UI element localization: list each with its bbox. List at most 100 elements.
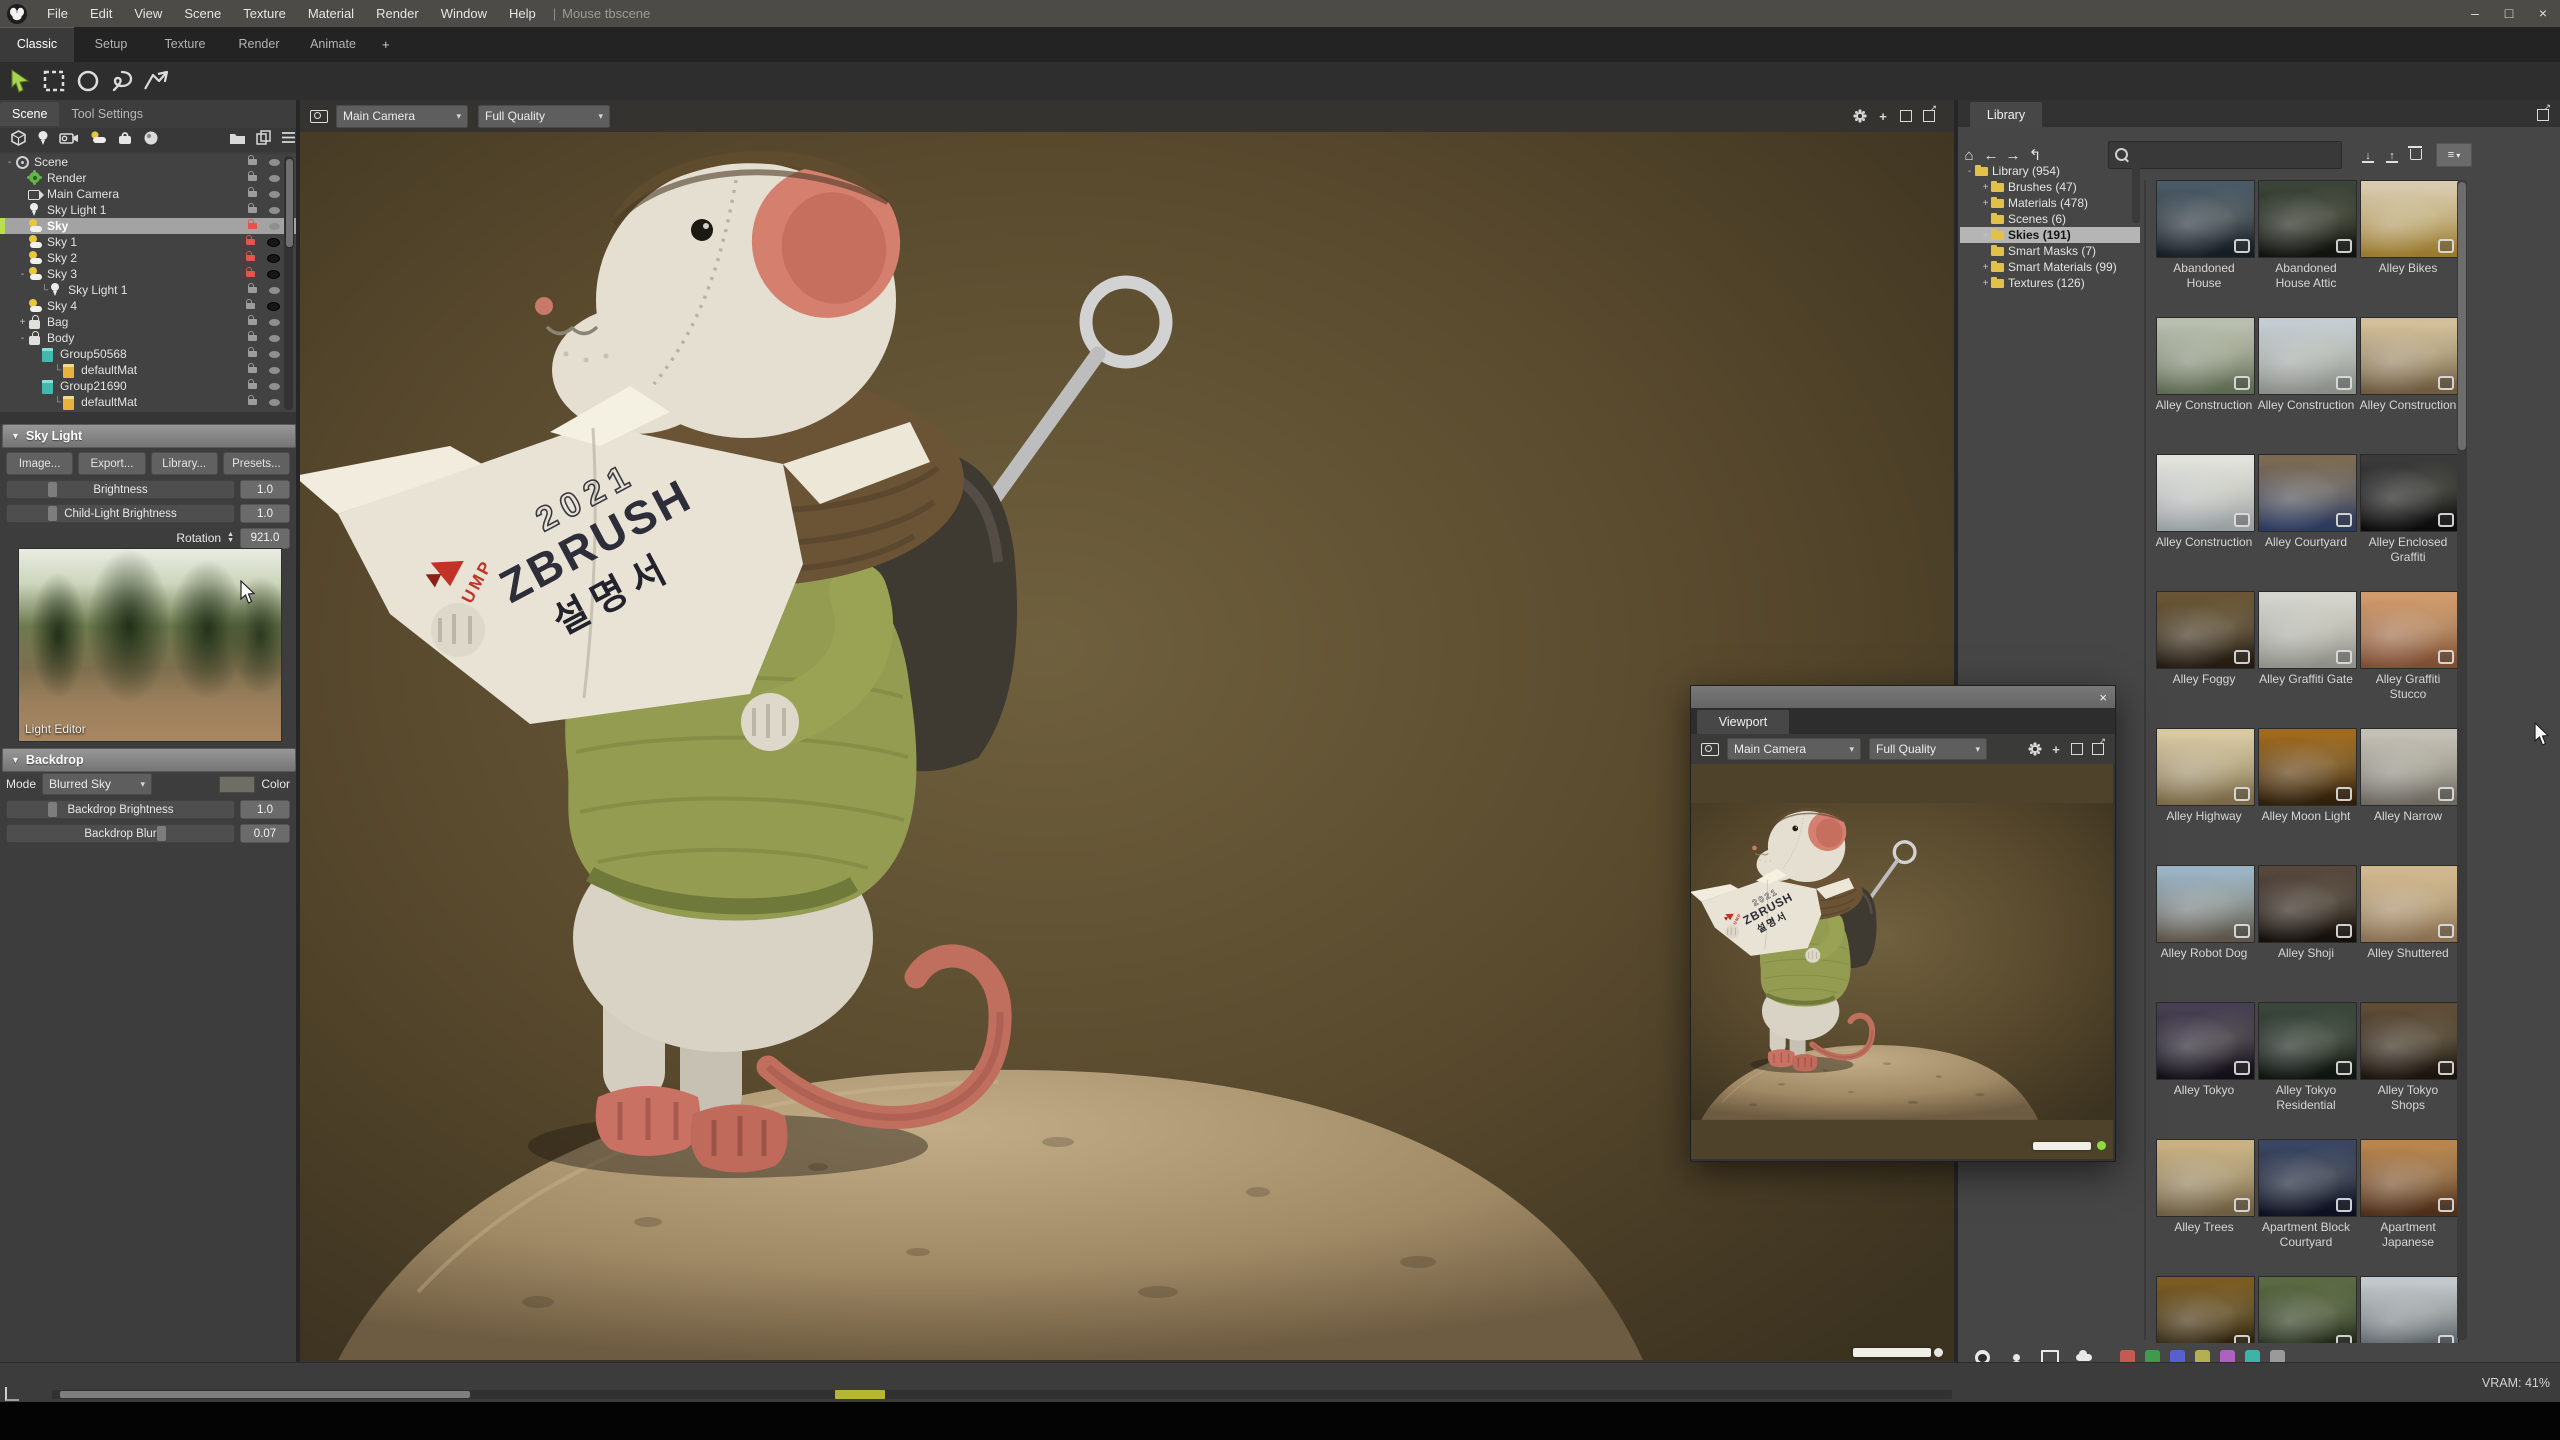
close-icon[interactable]: × <box>2099 690 2107 705</box>
menu-view[interactable]: View <box>123 0 173 27</box>
home-icon[interactable]: ⌂ <box>1958 147 1980 164</box>
tree-row-bag[interactable]: +Bag <box>0 314 296 330</box>
hdri-light-editor-preview[interactable]: Light Editor <box>18 548 282 742</box>
lock-icon[interactable] <box>248 207 257 213</box>
library-item-alley-tokyo-shops[interactable]: Alley Tokyo Shops <box>2360 1002 2457 1139</box>
quality-select[interactable]: Full Quality ▾ <box>1869 738 1987 760</box>
lock-icon[interactable] <box>246 255 255 261</box>
add-bag-icon[interactable] <box>117 130 133 151</box>
visibility-icon[interactable] <box>269 191 280 198</box>
floating-viewport-window[interactable]: × Viewport Main Camera ▾ Full Quality ▾ … <box>1690 685 2116 1162</box>
folder-scenes-6[interactable]: Scenes (6) <box>1960 211 2140 227</box>
folder-skies-191[interactable]: +Skies (191) <box>1960 227 2140 243</box>
tab-library[interactable]: Library <box>1970 102 2042 127</box>
tree-row-sky-4[interactable]: Sky 4 <box>0 298 296 314</box>
panel-splitter[interactable] <box>0 412 296 424</box>
library-item-alley-graffiti-gate[interactable]: Alley Graffiti Gate <box>2258 591 2355 728</box>
lock-icon[interactable] <box>248 399 257 405</box>
frame-icon[interactable] <box>2070 742 2084 756</box>
floating-window-titlebar[interactable]: × <box>1691 686 2115 708</box>
tree-row-group50568[interactable]: Group50568 <box>0 346 296 362</box>
library-item-alley-courtyard[interactable]: Alley Courtyard <box>2258 454 2355 591</box>
back-icon[interactable]: ← <box>1980 147 2002 164</box>
backdrop-mode-select[interactable]: Blurred Sky ▾ <box>42 773 152 795</box>
expander-icon[interactable]: - <box>1964 166 1975 177</box>
import-icon[interactable]: ↓ <box>2356 147 2380 163</box>
presets-button[interactable]: Presets... <box>223 452 290 475</box>
export-icon[interactable]: ↑ <box>2380 147 2404 163</box>
tree-row-main-camera[interactable]: Main Camera <box>0 186 296 202</box>
camera-select[interactable]: Main Camera ▾ <box>1727 738 1861 760</box>
menu-texture[interactable]: Texture <box>232 0 297 27</box>
add-mesh-icon[interactable] <box>10 130 27 151</box>
library-item-alley-highway[interactable]: Alley Highway <box>2156 728 2253 865</box>
select-tool-icon[interactable] <box>6 67 34 95</box>
visibility-icon[interactable] <box>269 399 280 406</box>
slider-handle[interactable] <box>48 802 57 817</box>
library-item-alley-construction[interactable]: Alley Construction <box>2156 317 2253 454</box>
lasso-select-icon[interactable] <box>108 67 136 95</box>
slider-handle[interactable] <box>48 506 57 521</box>
library-item-alley-construction[interactable]: Alley Construction <box>2258 317 2355 454</box>
image-button[interactable]: Image... <box>6 452 73 475</box>
library-item-apartment-block-courtyard[interactable]: Apartment Block Courtyard <box>2258 1139 2355 1276</box>
lock-icon[interactable] <box>248 351 257 357</box>
visibility-icon[interactable] <box>269 223 280 230</box>
visibility-icon[interactable] <box>269 319 280 326</box>
tab-animate[interactable]: Animate <box>296 27 370 62</box>
lock-icon[interactable] <box>248 175 257 181</box>
backdrop-section-header[interactable]: ▼ Backdrop <box>2 748 296 772</box>
folder-brushes-47[interactable]: +Brushes (47) <box>1960 179 2140 195</box>
library-item[interactable] <box>2258 1276 2355 1343</box>
visibility-icon[interactable] <box>267 238 280 247</box>
library-item-alley-foggy[interactable]: Alley Foggy <box>2156 591 2253 728</box>
menu-render[interactable]: Render <box>365 0 430 27</box>
lock-icon[interactable] <box>248 287 257 293</box>
tab-scene[interactable]: Scene <box>0 102 59 126</box>
lock-icon[interactable] <box>248 383 257 389</box>
popout-icon[interactable] <box>2091 742 2105 756</box>
expander-icon[interactable]: + <box>1980 182 1991 193</box>
lock-icon[interactable] <box>248 191 257 197</box>
slider-track[interactable]: Child-Light Brightness <box>6 504 235 523</box>
frame-icon[interactable] <box>1899 109 1913 123</box>
viewport-settings-icon[interactable] <box>2028 742 2042 756</box>
library-item-alley-moon-light[interactable]: Alley Moon Light <box>2258 728 2355 865</box>
maximize-button[interactable]: □ <box>2492 0 2526 27</box>
add-sky-icon[interactable] <box>89 130 107 150</box>
folder-materials-478[interactable]: +Materials (478) <box>1960 195 2140 211</box>
slider-value[interactable]: 1.0 <box>240 504 290 523</box>
library-item-alley-bikes[interactable]: Alley Bikes <box>2360 180 2457 317</box>
expander-icon[interactable]: + <box>1980 230 1991 241</box>
tree-row-sky-2[interactable]: Sky 2 <box>0 250 296 266</box>
rotation-spinner[interactable]: ▲▼ <box>227 532 234 544</box>
library-item-alley-narrow[interactable]: Alley Narrow <box>2360 728 2457 865</box>
popout-icon[interactable] <box>1922 109 1936 123</box>
expander-icon[interactable]: + <box>1980 198 1991 209</box>
floating-render-view[interactable] <box>1691 764 2113 1159</box>
add-camera-icon[interactable] <box>59 130 79 151</box>
tree-row-scene[interactable]: -Scene <box>0 154 296 170</box>
visibility-icon[interactable] <box>269 383 280 390</box>
tab-setup[interactable]: Setup <box>74 27 148 62</box>
tree-row-sky-3[interactable]: -Sky 3 <box>0 266 296 282</box>
visibility-icon[interactable] <box>267 254 280 263</box>
menu-scene[interactable]: Scene <box>173 0 232 27</box>
add-light-icon[interactable] <box>37 130 49 151</box>
close-button[interactable]: × <box>2526 0 2560 27</box>
slider-value[interactable]: 1.0 <box>240 480 290 499</box>
slider-value[interactable]: 1.0 <box>240 800 290 819</box>
camera-select[interactable]: Main Camera ▾ <box>336 105 468 128</box>
library-item-apartment-japanese[interactable]: Apartment Japanese <box>2360 1139 2457 1276</box>
slider-track[interactable]: Backdrop Brightness <box>6 800 235 819</box>
lock-icon[interactable] <box>248 367 257 373</box>
lock-icon[interactable] <box>246 303 255 309</box>
menu-help[interactable]: Help <box>498 0 547 27</box>
expander-icon[interactable]: - <box>4 157 15 168</box>
library-item-abandoned-house[interactable]: Abandoned House <box>2156 180 2253 317</box>
expander-icon[interactable]: - <box>17 269 28 280</box>
folder-textures-126[interactable]: +Textures (126) <box>1960 275 2140 291</box>
tab-viewport[interactable]: Viewport <box>1697 710 1789 734</box>
pan-icon[interactable]: + <box>2049 742 2063 756</box>
tree-row-sky[interactable]: Sky <box>0 218 296 234</box>
